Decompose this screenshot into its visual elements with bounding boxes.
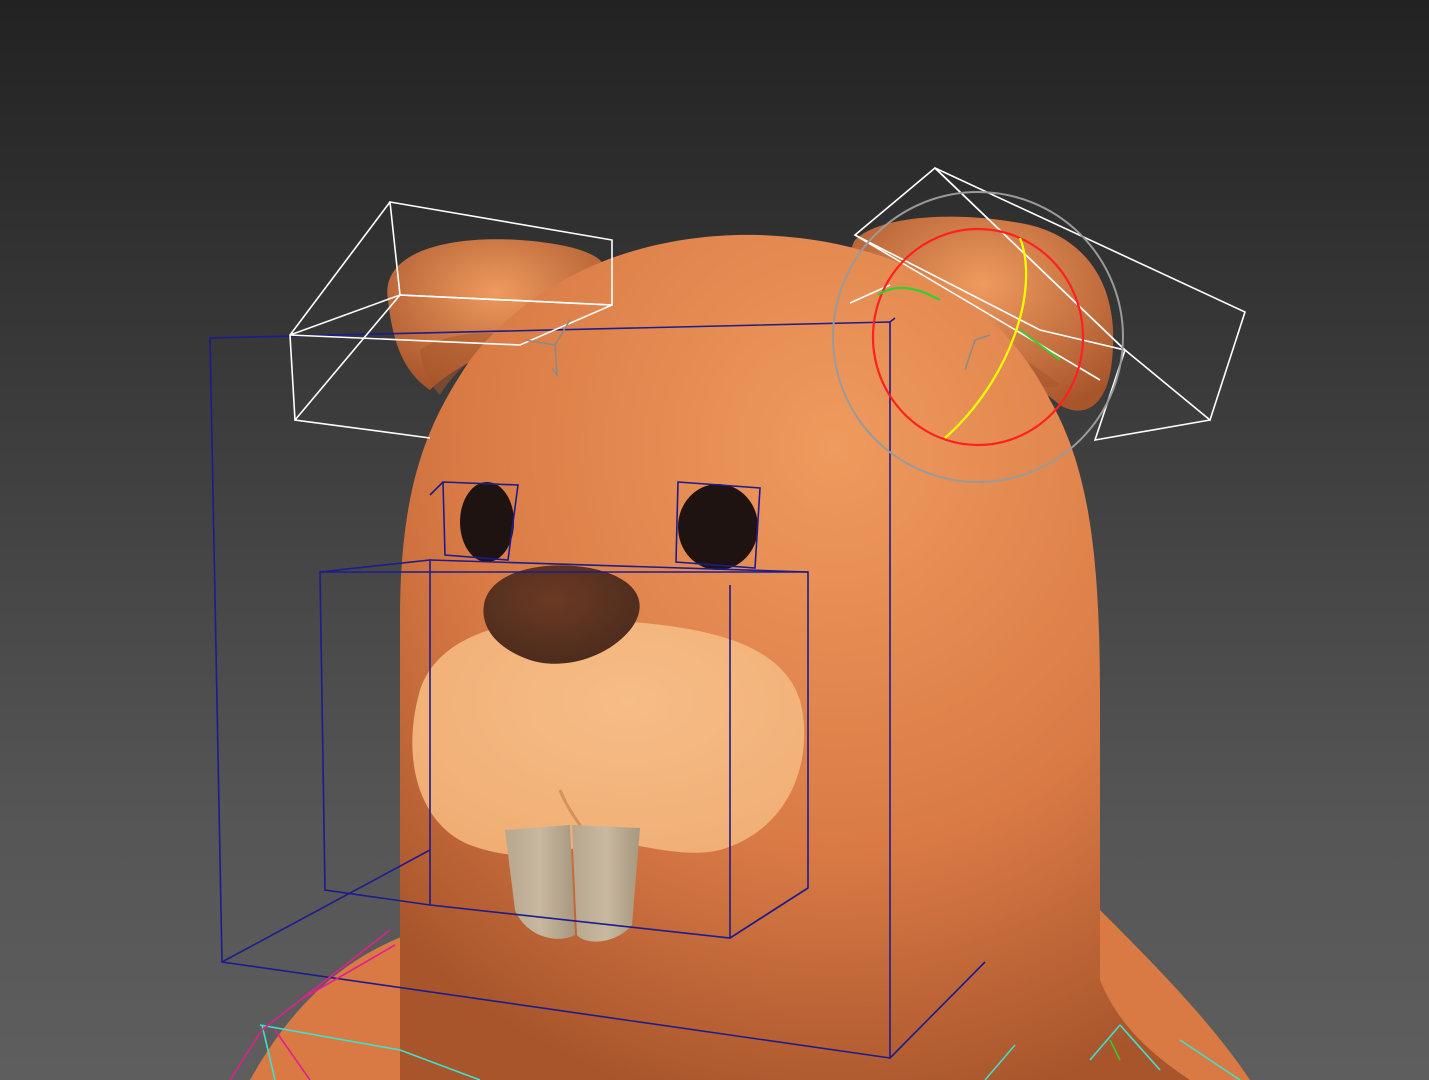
3d-viewport[interactable] [0,0,1429,1080]
viewport-scene[interactable] [0,0,1429,1080]
right-eye[interactable] [678,484,758,570]
character-muzzle[interactable] [412,619,805,856]
left-eye[interactable] [460,482,514,562]
